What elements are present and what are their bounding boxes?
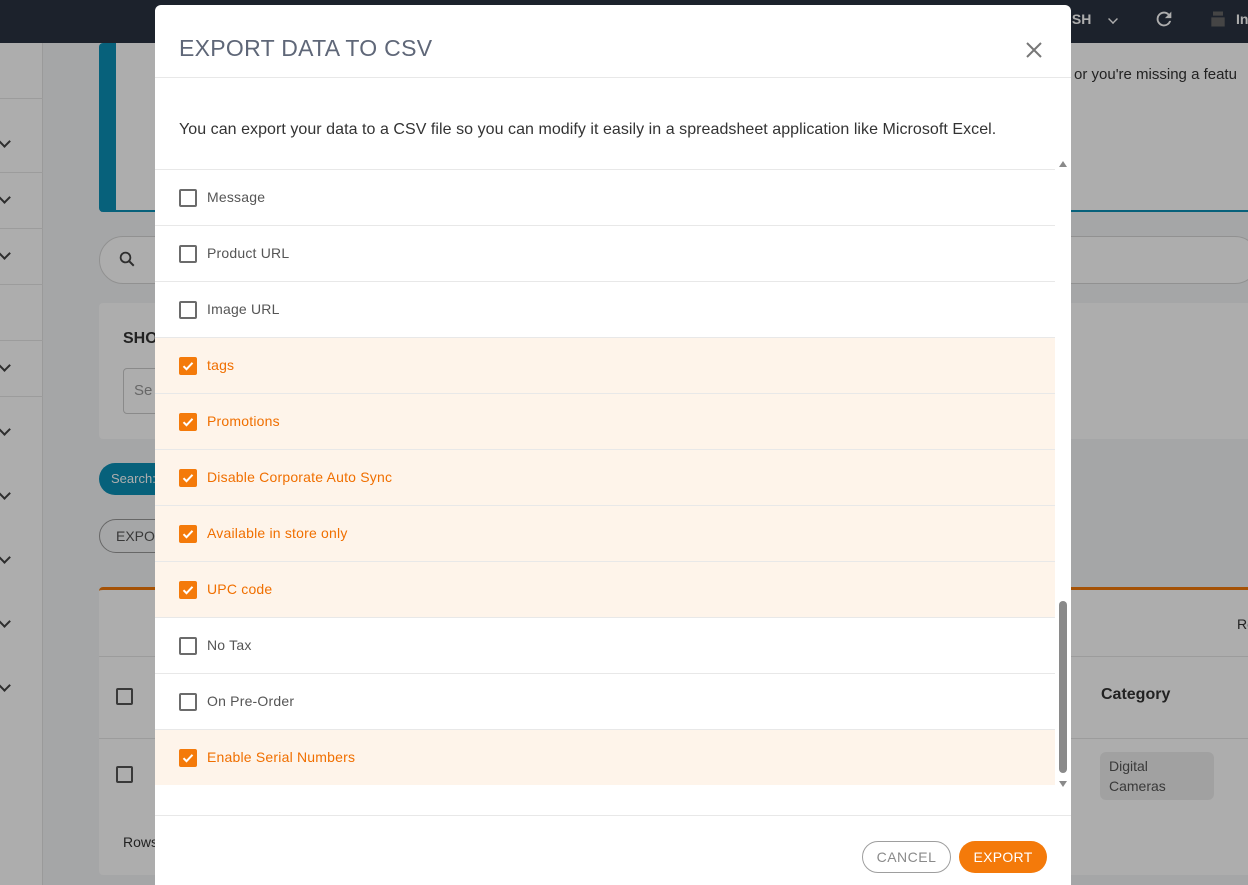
checkmark-icon <box>182 418 194 427</box>
checkbox-unchecked[interactable] <box>179 245 197 263</box>
field-option-label: Enable Serial Numbers <box>207 749 356 765</box>
field-option-row[interactable]: Disable Corporate Auto Sync <box>155 449 1055 505</box>
checkbox-checked[interactable] <box>179 469 197 487</box>
field-option-row[interactable]: No Tax <box>155 617 1055 673</box>
dialog-header: EXPORT DATA TO CSV <box>155 5 1071 78</box>
field-option-label: Available in store only <box>207 525 348 541</box>
field-option-label: Disable Corporate Auto Sync <box>207 469 393 485</box>
field-option-label: Image URL <box>207 301 280 317</box>
field-option-label: Promotions <box>207 413 280 429</box>
dialog-footer: CANCEL EXPORT <box>155 815 1071 885</box>
field-option-label: Product URL <box>207 245 290 261</box>
scroll-up-icon[interactable] <box>1059 161 1067 167</box>
field-option-row[interactable]: Enable Serial Numbers <box>155 729 1055 785</box>
checkmark-icon <box>182 530 194 539</box>
field-option-row[interactable]: Image URL <box>155 281 1055 337</box>
export-button[interactable]: EXPORT <box>959 841 1047 873</box>
dialog-description: You can export your data to a CSV file s… <box>179 121 997 138</box>
field-option-row[interactable]: Message <box>155 169 1055 225</box>
checkmark-icon <box>182 362 194 371</box>
checkbox-unchecked[interactable] <box>179 189 197 207</box>
dialog-title: EXPORT DATA TO CSV <box>179 35 433 61</box>
field-option-label: On Pre-Order <box>207 693 295 709</box>
checkbox-checked[interactable] <box>179 581 197 599</box>
checkbox-checked[interactable] <box>179 357 197 375</box>
checkbox-checked[interactable] <box>179 413 197 431</box>
scroll-thumb[interactable] <box>1059 601 1067 773</box>
field-list[interactable]: Message Product URL Image URL tags Promotion… <box>155 169 1071 787</box>
checkmark-icon <box>182 754 194 763</box>
scrollbar[interactable] <box>1058 161 1068 791</box>
field-option-row[interactable]: Promotions <box>155 393 1055 449</box>
field-option-label: tags <box>207 357 235 373</box>
checkbox-unchecked[interactable] <box>179 693 197 711</box>
scroll-down-icon[interactable] <box>1059 781 1067 787</box>
checkmark-icon <box>182 586 194 595</box>
cancel-button[interactable]: CANCEL <box>862 841 951 873</box>
field-option-label: Message <box>207 189 266 205</box>
checkbox-checked[interactable] <box>179 525 197 543</box>
field-option-row[interactable]: UPC code <box>155 561 1055 617</box>
field-option-row[interactable]: Product URL <box>155 225 1055 281</box>
close-icon[interactable] <box>1022 38 1046 62</box>
field-option-label: UPC code <box>207 581 273 597</box>
field-option-row[interactable]: Available in store only <box>155 505 1055 561</box>
export-csv-dialog: EXPORT DATA TO CSV You can export your d… <box>155 5 1071 885</box>
field-option-row[interactable]: tags <box>155 337 1055 393</box>
field-option-label: No Tax <box>207 637 252 653</box>
checkbox-checked[interactable] <box>179 749 197 767</box>
checkmark-icon <box>182 474 194 483</box>
field-option-row[interactable]: On Pre-Order <box>155 673 1055 729</box>
checkbox-unchecked[interactable] <box>179 637 197 655</box>
checkbox-unchecked[interactable] <box>179 301 197 319</box>
